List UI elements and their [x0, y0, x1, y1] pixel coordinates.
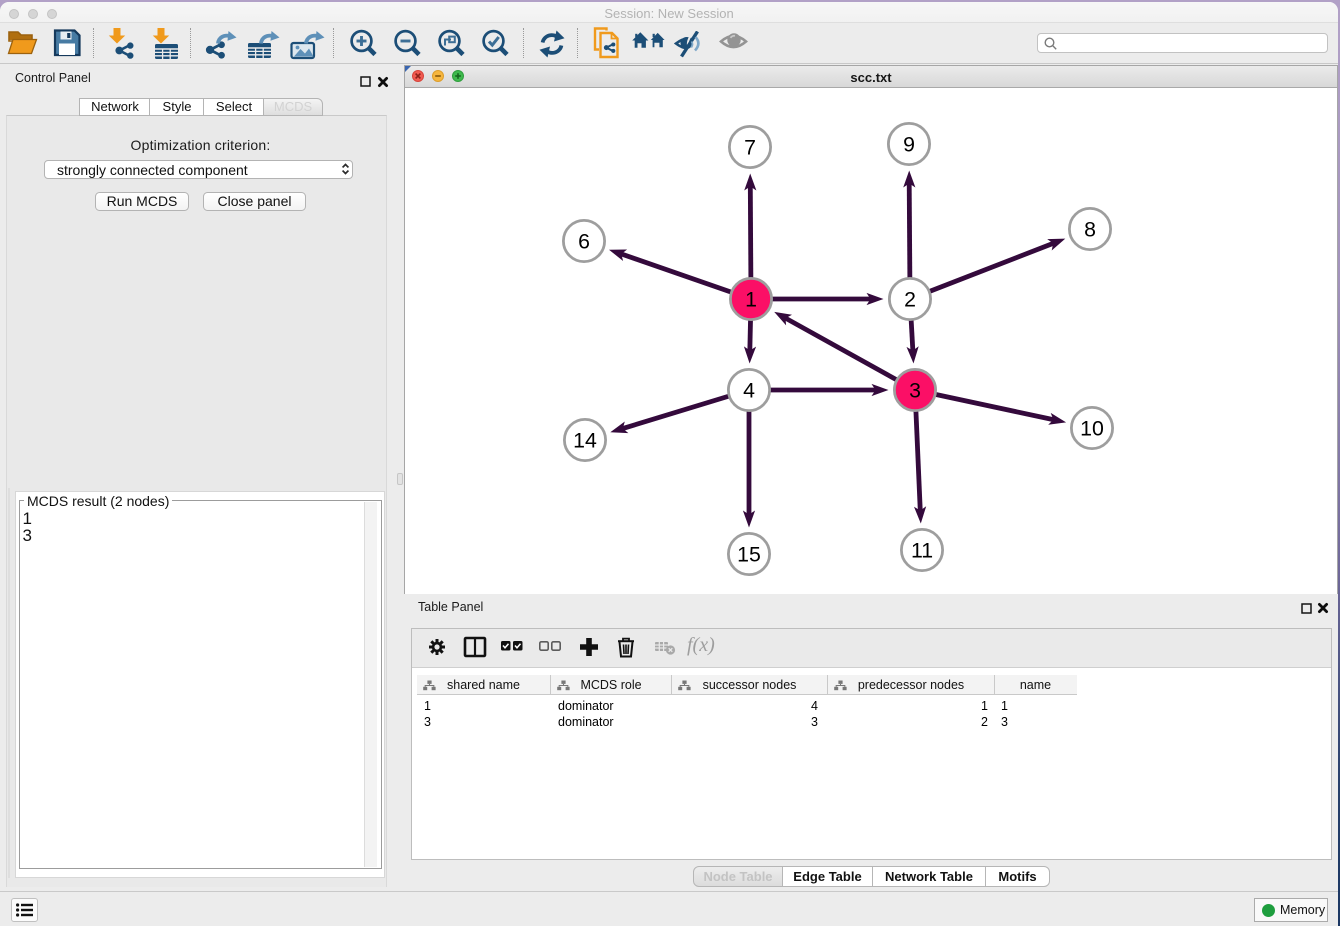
svg-text:3: 3	[909, 378, 921, 402]
svg-text:2: 2	[904, 287, 916, 311]
svg-text:10: 10	[1080, 416, 1104, 440]
svg-text:14: 14	[573, 428, 597, 452]
svg-text:11: 11	[911, 538, 933, 562]
svg-text:4: 4	[743, 378, 755, 402]
svg-text:6: 6	[578, 229, 590, 253]
svg-text:15: 15	[737, 542, 761, 566]
svg-text:1: 1	[745, 287, 757, 311]
svg-text:7: 7	[744, 135, 756, 159]
svg-text:8: 8	[1084, 217, 1096, 241]
svg-text:9: 9	[903, 132, 915, 156]
